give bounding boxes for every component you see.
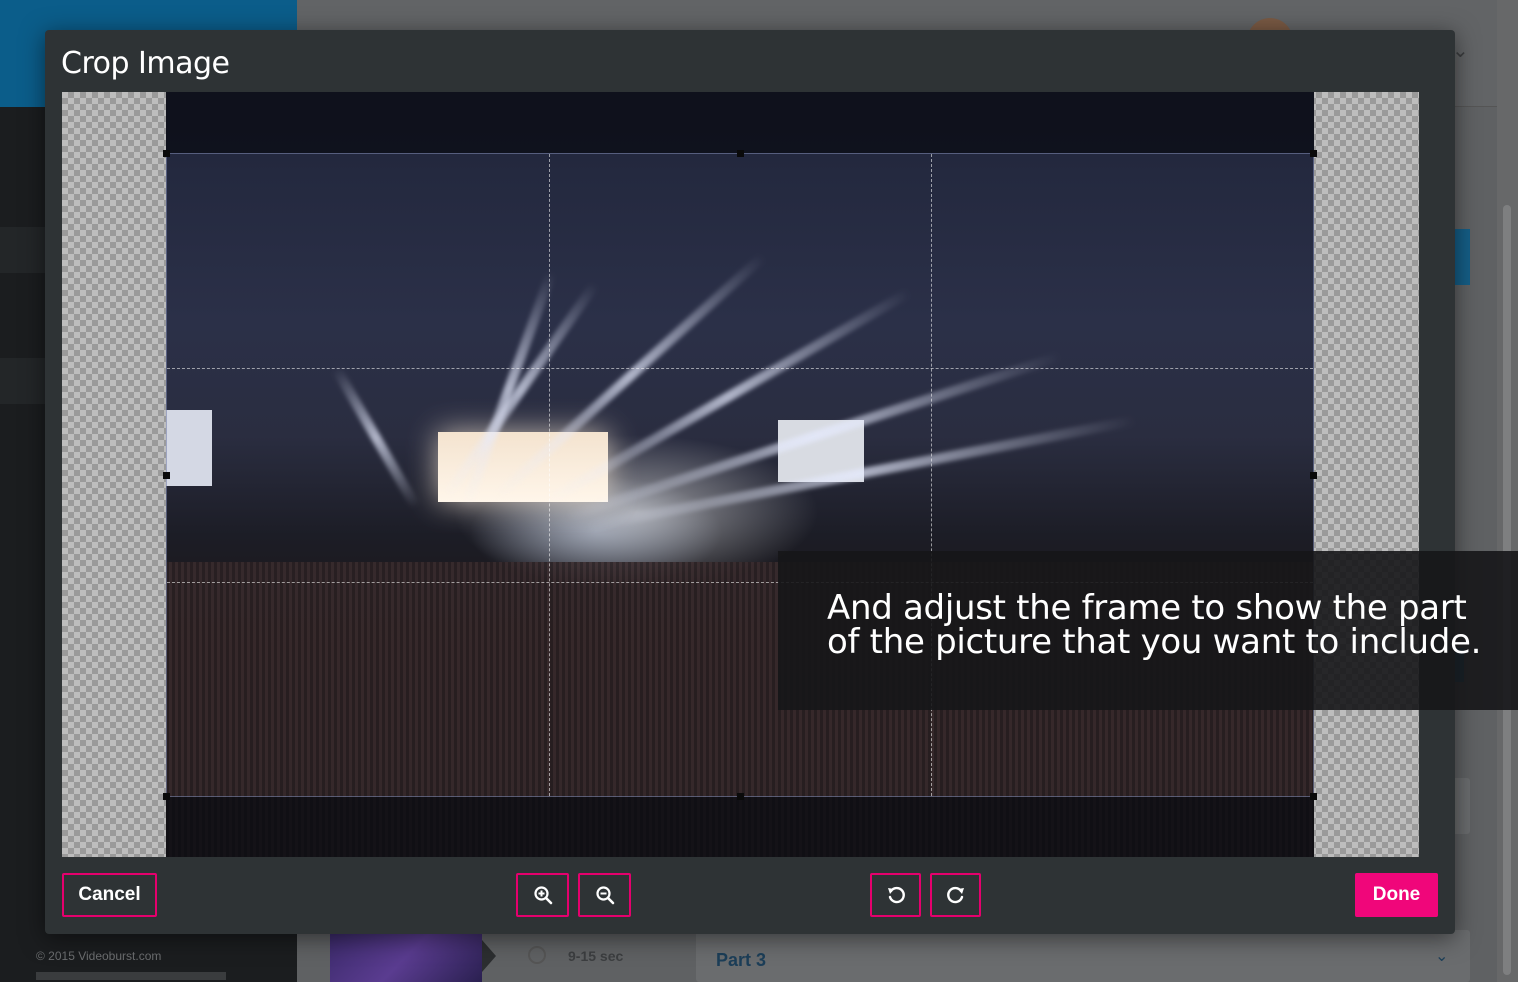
crop-handle-bottom-right[interactable] <box>1310 793 1317 800</box>
crop-handle-top-right[interactable] <box>1310 150 1317 157</box>
crop-guide-vertical <box>548 154 550 796</box>
crop-handle-top-left[interactable] <box>163 150 170 157</box>
rotate-left-icon <box>887 886 905 904</box>
zoom-out-button[interactable] <box>578 873 631 917</box>
rotate-left-button[interactable] <box>870 873 921 917</box>
crop-handle-right[interactable] <box>1310 472 1317 479</box>
crop-canvas[interactable] <box>62 92 1419 857</box>
part-card <box>696 930 1470 982</box>
crop-handle-bottom-left[interactable] <box>163 793 170 800</box>
instruction-text: And adjust the frame to show the part of… <box>827 588 1482 662</box>
crop-image-modal: Crop Image Cancel Done <box>45 30 1455 934</box>
crop-mask-bottom <box>166 797 1314 857</box>
crop-handle-left[interactable] <box>163 472 170 479</box>
crop-mask-top <box>166 92 1314 153</box>
zoom-in-icon <box>533 886 552 905</box>
part-label: Part 3 <box>716 950 767 970</box>
cancel-button[interactable]: Cancel <box>62 873 157 917</box>
timeline-dot <box>528 946 546 964</box>
footer-links <box>36 972 226 980</box>
modal-title: Crop Image <box>61 46 230 81</box>
crop-handle-top[interactable] <box>737 150 744 157</box>
arrow-icon <box>482 940 496 972</box>
rotate-right-button[interactable] <box>930 873 981 917</box>
chevron-down-icon: ⌄ <box>1435 948 1449 965</box>
zoom-in-button[interactable] <box>516 873 569 917</box>
zoom-out-icon <box>595 886 614 905</box>
clip-thumbnail <box>330 932 482 982</box>
rotate-right-icon <box>946 886 964 904</box>
clip-duration: 9-15 sec <box>568 948 624 964</box>
crop-guide-horizontal <box>167 367 1313 369</box>
crop-handle-bottom[interactable] <box>737 793 744 800</box>
instruction-tooltip: And adjust the frame to show the part of… <box>778 551 1518 710</box>
footer-copyright: © 2015 Videoburst.com <box>36 949 162 963</box>
done-button[interactable]: Done <box>1355 873 1438 917</box>
